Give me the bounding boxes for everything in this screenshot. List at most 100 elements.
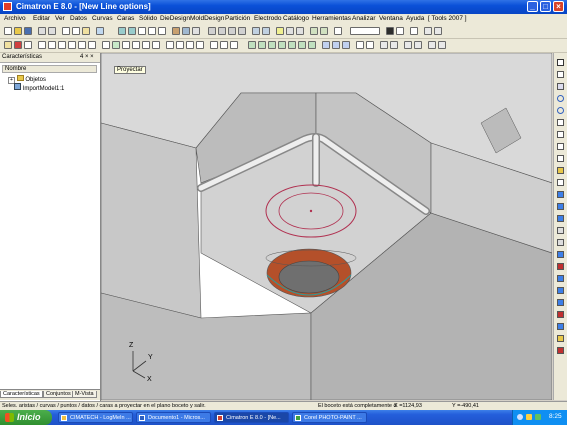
dot-icon[interactable]	[196, 41, 204, 49]
rectangle-icon[interactable]	[78, 41, 86, 49]
minimize-button[interactable]: _	[527, 1, 538, 12]
curve-icon[interactable]	[220, 41, 228, 49]
exit-tool-icon[interactable]	[557, 347, 564, 354]
pointer-icon[interactable]	[424, 27, 432, 35]
help-icon[interactable]	[434, 27, 442, 35]
tangent-tool-icon[interactable]	[557, 287, 564, 294]
tray-icon[interactable]	[517, 414, 523, 420]
color-selector[interactable]	[350, 27, 380, 35]
angle-dim-icon[interactable]	[342, 41, 350, 49]
tray-icon[interactable]	[526, 414, 532, 420]
dimension-icon[interactable]	[322, 41, 330, 49]
close-button[interactable]: ×	[553, 1, 564, 12]
redo-icon[interactable]	[48, 27, 56, 35]
tray-icon[interactable]	[535, 414, 541, 420]
chamfer-icon[interactable]	[152, 41, 160, 49]
menu-herramientas[interactable]: Herramientas	[312, 15, 351, 22]
task-corel-photopaint[interactable]: Corel PHOTO-PAINT ...	[292, 412, 367, 423]
zoom-all-icon[interactable]	[118, 27, 126, 35]
menu-ver[interactable]: Ver	[55, 15, 65, 22]
parallel-tool-icon[interactable]	[557, 299, 564, 306]
move-tool-icon[interactable]	[557, 215, 564, 222]
task-cimatech-logmein[interactable]: CIMATECH - LogMeIn ...	[58, 412, 133, 423]
tree-item-importmodel[interactable]: ImportModel1:1	[14, 83, 64, 92]
new-file-icon[interactable]	[4, 27, 12, 35]
project-icon[interactable]	[112, 41, 120, 49]
options-icon[interactable]	[428, 41, 436, 49]
model-view[interactable]: Z Y X	[101, 53, 552, 400]
circle-center-point[interactable]	[309, 209, 313, 213]
maximize-button[interactable]: □	[540, 1, 551, 12]
right-view-icon[interactable]	[238, 27, 246, 35]
dimension-tool-icon[interactable]	[557, 251, 564, 258]
show-icon[interactable]	[286, 27, 294, 35]
menu-archivo[interactable]: Archivo	[4, 15, 26, 22]
horizontal-icon[interactable]	[258, 41, 266, 49]
save-icon[interactable]	[24, 27, 32, 35]
menu-analizar[interactable]: Analizar	[352, 15, 375, 22]
circle-icon[interactable]	[68, 41, 76, 49]
coincident-icon[interactable]	[288, 41, 296, 49]
select-icon[interactable]	[320, 27, 328, 35]
copy-icon[interactable]	[72, 27, 80, 35]
sketch-plane-icon[interactable]	[24, 41, 32, 49]
pan-icon[interactable]	[148, 27, 156, 35]
line-color-icon[interactable]	[386, 27, 394, 35]
menu-catalogo[interactable]: Catálogo	[283, 15, 309, 22]
line-tool-icon[interactable]	[557, 71, 564, 78]
scale-tool-icon[interactable]	[557, 239, 564, 246]
check-tool-icon[interactable]	[557, 323, 564, 330]
vertical-icon[interactable]	[268, 41, 276, 49]
menu-curvas[interactable]: Curvas	[92, 15, 113, 22]
trim-icon[interactable]	[132, 41, 140, 49]
offset-tool-icon[interactable]	[557, 155, 564, 162]
line-icon[interactable]	[48, 41, 56, 49]
zoom-window-icon[interactable]	[128, 27, 136, 35]
menu-editar[interactable]: Editar	[33, 15, 50, 22]
exit-sketch-icon[interactable]	[14, 41, 22, 49]
menu-datos[interactable]: Datos	[70, 15, 87, 22]
start-button[interactable]: Inicio	[0, 410, 52, 425]
line-width-icon[interactable]	[410, 27, 418, 35]
menu-solido[interactable]: Sólido	[139, 15, 157, 22]
radius-dim-icon[interactable]	[332, 41, 340, 49]
menu-ayuda[interactable]: Ayuda	[406, 15, 424, 22]
select-arrow-icon[interactable]	[557, 59, 564, 66]
tree-column-header[interactable]: Nombre	[2, 65, 97, 73]
menu-diedesign[interactable]: DieDesign	[160, 15, 190, 22]
table-icon[interactable]	[404, 41, 412, 49]
tab-m-vista[interactable]: M-Vista	[72, 391, 97, 398]
wireframe-icon[interactable]	[182, 27, 190, 35]
undo-icon[interactable]	[38, 27, 46, 35]
move-icon[interactable]	[186, 41, 194, 49]
paste-icon[interactable]	[82, 27, 90, 35]
task-word-document[interactable]: Documento1 - Micros...	[136, 412, 211, 423]
mirror-tool-icon[interactable]	[557, 203, 564, 210]
line-style-icon[interactable]	[396, 27, 404, 35]
layer-icon[interactable]	[252, 27, 260, 35]
cut-icon[interactable]	[62, 27, 70, 35]
front-view-icon[interactable]	[228, 27, 236, 35]
perpendicular-icon[interactable]	[308, 41, 316, 49]
grid-icon[interactable]	[380, 41, 388, 49]
menu-molddesign[interactable]: MoldDesign	[190, 15, 224, 22]
panel-pin-button[interactable]: 4 × ×	[80, 54, 94, 60]
point-icon[interactable]	[38, 41, 46, 49]
view-icon[interactable]	[96, 27, 104, 35]
table-tool-icon[interactable]	[557, 335, 564, 342]
constraint-tool-icon[interactable]	[557, 263, 564, 270]
polyline-icon[interactable]	[210, 41, 218, 49]
ellipse-icon[interactable]	[102, 41, 110, 49]
project-tool-icon[interactable]	[557, 191, 564, 198]
filter-icon[interactable]	[310, 27, 318, 35]
iso-view-icon[interactable]	[208, 27, 216, 35]
rotate-icon[interactable]	[158, 27, 166, 35]
delete-icon[interactable]	[356, 41, 364, 49]
menu-ventana[interactable]: Ventana	[379, 15, 403, 22]
modify-icon[interactable]	[366, 41, 374, 49]
circle-tool-icon-right[interactable]	[557, 95, 564, 102]
set-icon[interactable]	[262, 27, 270, 35]
tab-conjuntos[interactable]: Conjuntos	[43, 391, 74, 398]
menu-caras[interactable]: Caras	[117, 15, 134, 22]
fillet-tool-icon[interactable]	[557, 179, 564, 186]
